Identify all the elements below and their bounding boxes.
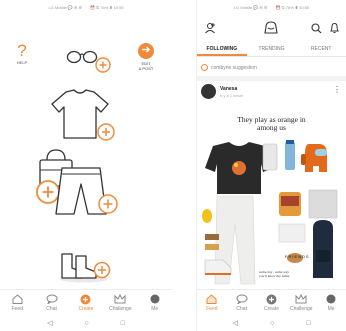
avatar <box>149 294 161 305</box>
status-right: ⏰ ⏲ 76% ▮ 10:55 <box>275 4 310 10</box>
nav-feed[interactable]: Feed <box>198 294 226 312</box>
nav-challenge[interactable]: Challenge <box>106 294 134 312</box>
system-nav: ◁ ○ □ <box>0 315 172 331</box>
chat-icon <box>46 294 58 305</box>
post-author[interactable]: Vanesa 6 y a 1 heure <box>201 84 243 99</box>
nav-me[interactable]: Me <box>141 294 169 312</box>
nav-label: Feed <box>206 305 218 312</box>
tshirt-icon <box>51 89 115 141</box>
create-icon <box>265 294 277 305</box>
glasses-item[interactable] <box>66 48 112 74</box>
status-bar: LG Mobile 💬 ✉ ⚙ ⏰ ⏲ 76% ▮ 10:55 <box>0 0 172 14</box>
bottom-nav: Feed Chat Create Challenge Me <box>197 289 346 315</box>
nav-create[interactable]: Create <box>72 294 100 312</box>
nav-label: Challenge <box>109 305 132 312</box>
challenge-icon <box>295 294 307 305</box>
nav-label: Chat <box>236 305 247 312</box>
arrow-right-icon: ➔ <box>138 43 154 59</box>
status-bar: LG Mobile 💬 ✉ ⚙ ⏰ ⏲ 76% ▮ 10:55 <box>197 0 346 14</box>
back-icon[interactable]: ◁ <box>233 319 238 327</box>
nav-label: Me <box>151 305 159 312</box>
tab-recent[interactable]: RECENT <box>296 43 346 56</box>
tshirt-item[interactable] <box>48 88 118 144</box>
suggestion-label: combyne suggestion <box>211 64 257 71</box>
help-label: HELP <box>16 60 28 65</box>
avatar[interactable] <box>201 84 216 99</box>
status-left: LG Mobile 💬 ✉ ⚙ <box>233 4 268 10</box>
status-right: ⏰ ⏲ 76% ▮ 10:55 <box>89 4 124 10</box>
feed-screen: LG Mobile 💬 ✉ ⚙ ⏰ ⏲ 76% ▮ 10:55 FOLLOWIN… <box>196 0 346 331</box>
bell-icon[interactable] <box>329 21 340 39</box>
chat-icon <box>236 294 248 305</box>
pants-icon <box>55 167 118 215</box>
post-time: 6 y a 1 heure <box>220 92 244 98</box>
system-nav: ◁ ○ □ <box>197 315 346 331</box>
nav-label: Create <box>263 305 279 312</box>
suggestion-row[interactable]: combyne suggestion <box>201 64 257 71</box>
outfit-collage[interactable]: FRIENDS some day , some way you'll know … <box>201 140 343 288</box>
status-left: LG Mobile 💬 ✉ ⚙ <box>48 4 82 10</box>
collage-note: some day , some way you'll know my name <box>259 270 290 278</box>
home-icon[interactable]: ○ <box>84 320 88 327</box>
recents-icon[interactable]: □ <box>121 320 125 327</box>
boots-icon <box>60 253 111 283</box>
feed-icon <box>206 294 218 305</box>
nav-feed[interactable]: Feed <box>3 294 31 312</box>
collage-image <box>202 140 338 285</box>
nav-label: Feed <box>11 305 23 312</box>
nav-label: Me <box>327 305 335 312</box>
edit-post-button[interactable]: ➔ EDIT & POST <box>132 43 160 71</box>
back-icon[interactable]: ◁ <box>47 319 52 327</box>
nav-me[interactable]: Me <box>317 294 345 312</box>
help-button[interactable]: ? HELP <box>8 42 36 65</box>
post-caption: They play as orange in among us <box>237 115 306 132</box>
app-logo-icon <box>263 21 279 40</box>
add-friend-icon[interactable] <box>204 21 216 39</box>
nav-chat[interactable]: Chat <box>228 294 256 312</box>
nav-create[interactable]: Create <box>257 294 285 312</box>
feed-tabs: FOLLOWING TRENDING RECENT <box>197 43 346 57</box>
nav-label: Create <box>78 305 94 312</box>
feed-icon <box>11 294 23 305</box>
nav-label: Chat <box>46 305 57 312</box>
help-icon: ? <box>17 41 27 60</box>
glasses-icon <box>66 50 111 73</box>
create-icon <box>80 294 92 305</box>
tab-following[interactable]: FOLLOWING <box>197 43 247 56</box>
more-options-icon[interactable]: ⋮ <box>333 86 341 94</box>
edit-post-label: EDIT & POST <box>138 61 154 71</box>
tab-trending[interactable]: TRENDING <box>247 43 297 56</box>
nav-challenge[interactable]: Challenge <box>287 294 315 312</box>
search-icon[interactable] <box>311 21 322 39</box>
divider <box>197 76 346 81</box>
home-icon[interactable]: ○ <box>270 320 274 327</box>
recents-icon[interactable]: □ <box>306 320 310 327</box>
boots-item[interactable] <box>58 250 116 286</box>
author-name: Vanesa <box>220 85 238 92</box>
suggestion-icon <box>201 64 208 71</box>
bottom-nav: Feed Chat Create Challenge Me <box>0 289 172 315</box>
pants-item[interactable] <box>55 166 122 218</box>
challenge-icon <box>114 294 126 305</box>
brand-text: FRIENDS <box>285 254 310 259</box>
create-screen: LG Mobile 💬 ✉ ⚙ ⏰ ⏲ 76% ▮ 10:55 ? HELP ➔… <box>0 0 172 331</box>
top-bar <box>197 18 346 40</box>
avatar <box>325 294 337 305</box>
nav-chat[interactable]: Chat <box>38 294 66 312</box>
nav-label: Challenge <box>290 305 313 312</box>
